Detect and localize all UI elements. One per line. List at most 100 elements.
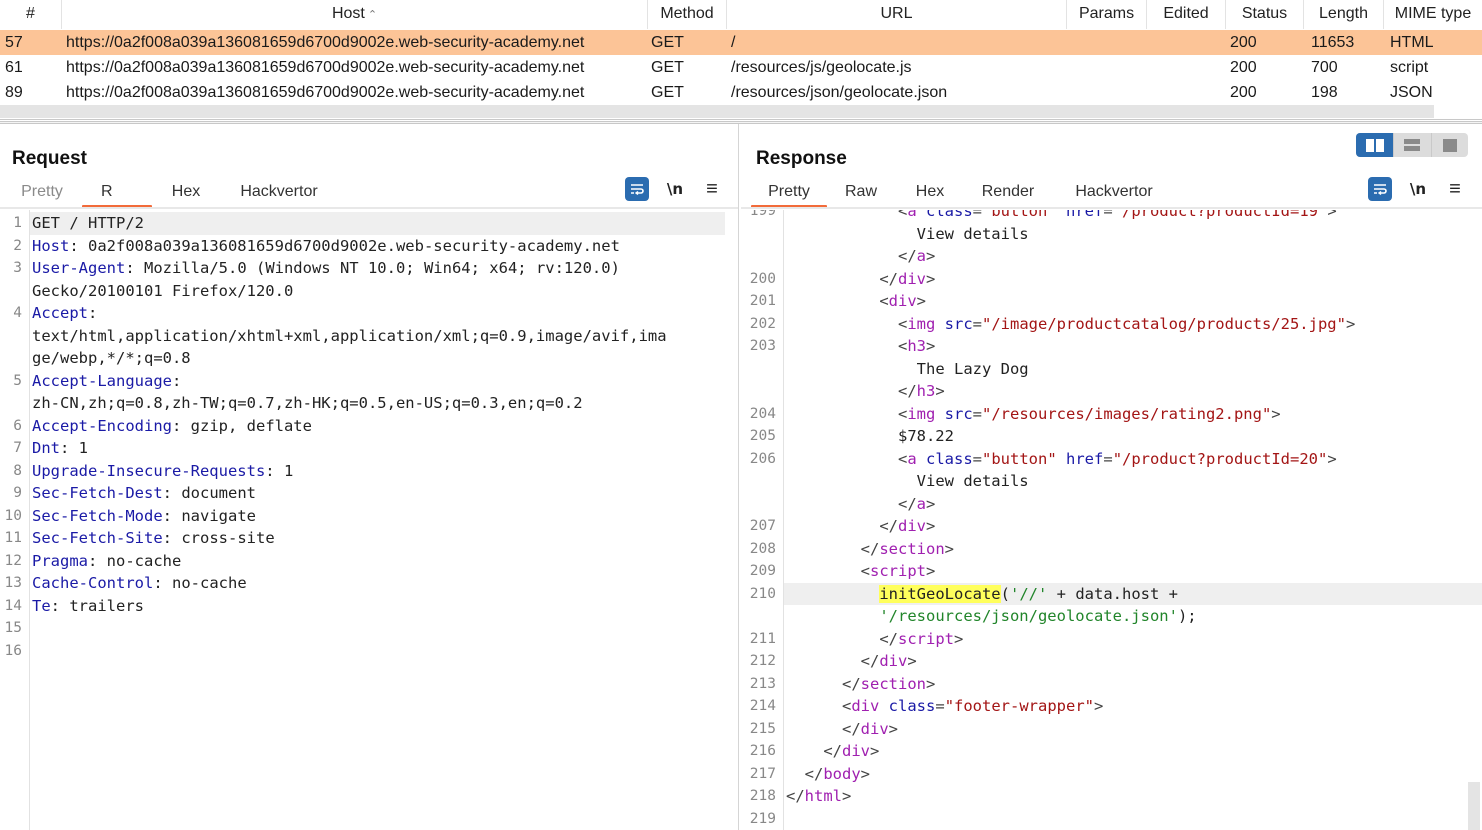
tab-raw[interactable]: Raw bbox=[843, 180, 879, 208]
header-name: Pragma bbox=[32, 551, 88, 570]
bracket: < bbox=[897, 210, 908, 220]
tab-hackvertor[interactable]: Hackvertor bbox=[1071, 180, 1157, 208]
code-line: 11 Sec-Fetch-Site: cross-site bbox=[0, 527, 738, 550]
request-title: Request bbox=[12, 148, 87, 169]
bracket: > bbox=[1327, 449, 1337, 468]
code-line: 204 <img src="/resources/images/rating2.… bbox=[741, 403, 1482, 426]
line-number: 200 bbox=[749, 270, 776, 287]
code-text: Sec-Fetch-Mode: navigate bbox=[32, 505, 256, 528]
column-header-status[interactable]: Status bbox=[1226, 0, 1304, 29]
column-header-edited[interactable]: Edited bbox=[1147, 0, 1226, 29]
code-line: 9 Sec-Fetch-Dest: document bbox=[0, 482, 738, 505]
code-line: 200 </div> bbox=[741, 268, 1482, 291]
attribute-value: "button" bbox=[982, 449, 1057, 468]
bracket: < bbox=[897, 337, 908, 355]
side-by-side-icon[interactable] bbox=[1356, 133, 1393, 157]
bracket: = bbox=[972, 404, 982, 423]
text: ( bbox=[1000, 584, 1010, 603]
response-editor[interactable]: 199 <a class="button" href="/product?pro… bbox=[741, 210, 1482, 830]
code-text: text/html,application/xhtml+xml,applicat… bbox=[32, 325, 667, 348]
bracket: = bbox=[972, 210, 983, 220]
line-number: 202 bbox=[749, 315, 776, 332]
code-text: Dnt: 1 bbox=[32, 437, 88, 460]
tab-bar-divider bbox=[0, 207, 738, 209]
bracket: </ bbox=[804, 764, 824, 783]
tab-hex[interactable]: Hex bbox=[913, 180, 947, 208]
tab-hex[interactable]: Hex bbox=[169, 180, 203, 208]
bracket: </ bbox=[879, 517, 898, 535]
code-text: </section> bbox=[786, 538, 954, 561]
code-line: zh-CN,zh;q=0.8,zh-TW;q=0.7,zh-HK;q=0.5,e… bbox=[0, 392, 738, 415]
column-header-host[interactable]: Host ⌃ bbox=[62, 0, 648, 29]
code-line: 8 Upgrade-Insecure-Requests: 1 bbox=[0, 460, 738, 483]
cell-number: 57 bbox=[5, 34, 23, 51]
code-line: 203 <h3> bbox=[741, 335, 1482, 358]
bracket: = bbox=[972, 314, 982, 333]
table-row[interactable]: 89 https://0a2f008a039a136081659d6700d90… bbox=[0, 80, 1482, 105]
horizontal-scrollbar[interactable] bbox=[0, 105, 1434, 118]
string-literal: '/resources/json/geolocate.json' bbox=[879, 607, 1178, 625]
bracket: </ bbox=[823, 742, 842, 760]
column-header-url[interactable]: URL bbox=[727, 0, 1067, 29]
cell-params bbox=[1067, 55, 1147, 80]
code-text: </section> bbox=[786, 673, 935, 696]
tag-name: section bbox=[879, 539, 945, 558]
bracket: </ bbox=[860, 539, 880, 558]
request-editor[interactable]: 1 GET / HTTP/2 2 Host: 0a2f008a039a13608165… bbox=[0, 210, 738, 830]
column-header-mime-type[interactable]: MIME type bbox=[1384, 0, 1482, 29]
code-line: 13 Cache-Control: no-cache bbox=[0, 572, 738, 595]
header-value: ge/webp,*/*;q=0.8 bbox=[32, 349, 191, 367]
bracket: > bbox=[1094, 697, 1104, 715]
bracket: > bbox=[888, 719, 899, 738]
code-line: Gecko/20100101 Firefox/120.0 bbox=[0, 280, 738, 303]
bracket: = bbox=[935, 697, 945, 715]
tab-pretty[interactable]: Pretty bbox=[18, 180, 66, 208]
code-text: View details bbox=[786, 470, 1029, 493]
tab-render[interactable]: Render bbox=[979, 180, 1037, 208]
single-pane-icon[interactable] bbox=[1431, 133, 1468, 157]
code-line: 14 Te: trailers bbox=[0, 595, 738, 618]
code-text: Sec-Fetch-Site: cross-site bbox=[32, 527, 275, 550]
tag-name: div bbox=[842, 742, 870, 760]
tab-raw[interactable]: R bbox=[82, 180, 152, 208]
show-newlines-button[interactable]: \n bbox=[663, 177, 687, 201]
hamburger-menu-icon[interactable]: ≡ bbox=[700, 177, 724, 201]
cell-status: 200 bbox=[1230, 34, 1257, 51]
header-value: 1 bbox=[274, 461, 294, 480]
code-text: </div> bbox=[786, 268, 935, 291]
tab-hackvertor[interactable]: Hackvertor bbox=[236, 180, 322, 208]
header-value: Gecko/20100101 Firefox/120.0 bbox=[32, 281, 294, 300]
line-number: 9 bbox=[13, 485, 22, 501]
table-row[interactable]: 61 https://0a2f008a039a136081659d6700d90… bbox=[0, 55, 1482, 80]
colon: : bbox=[69, 236, 79, 255]
stacked-icon[interactable] bbox=[1393, 133, 1430, 157]
column-header-length[interactable]: Length bbox=[1304, 0, 1384, 29]
code-text: <script> bbox=[786, 560, 936, 583]
word-wrap-icon[interactable] bbox=[1368, 177, 1392, 201]
code-line: 216 </div> bbox=[741, 740, 1482, 763]
bracket: > bbox=[860, 764, 871, 783]
line-number: 1 bbox=[13, 215, 22, 231]
attribute-name: href bbox=[1056, 210, 1104, 220]
line-number: 219 bbox=[749, 810, 776, 827]
line-number: 208 bbox=[749, 540, 776, 557]
column-header-number[interactable]: # bbox=[0, 0, 62, 29]
tab-pretty[interactable]: Pretty bbox=[751, 180, 827, 208]
code-line: 218 </html> bbox=[741, 785, 1482, 808]
line-number: 210 bbox=[749, 585, 776, 602]
bracket: > bbox=[926, 269, 936, 288]
column-header-method[interactable]: Method bbox=[648, 0, 727, 29]
word-wrap-icon[interactable] bbox=[625, 177, 649, 201]
bracket: > bbox=[907, 652, 917, 670]
code-line: 4 Accept: bbox=[0, 302, 738, 325]
table-row[interactable]: 57 https://0a2f008a039a136081659d6700d90… bbox=[0, 30, 1482, 55]
column-header-params[interactable]: Params bbox=[1067, 0, 1147, 29]
code-text: ge/webp,*/*;q=0.8 bbox=[32, 347, 191, 370]
bracket: > bbox=[944, 539, 954, 558]
hamburger-menu-icon[interactable]: ≡ bbox=[1443, 177, 1467, 201]
show-newlines-button[interactable]: \n bbox=[1406, 177, 1430, 201]
